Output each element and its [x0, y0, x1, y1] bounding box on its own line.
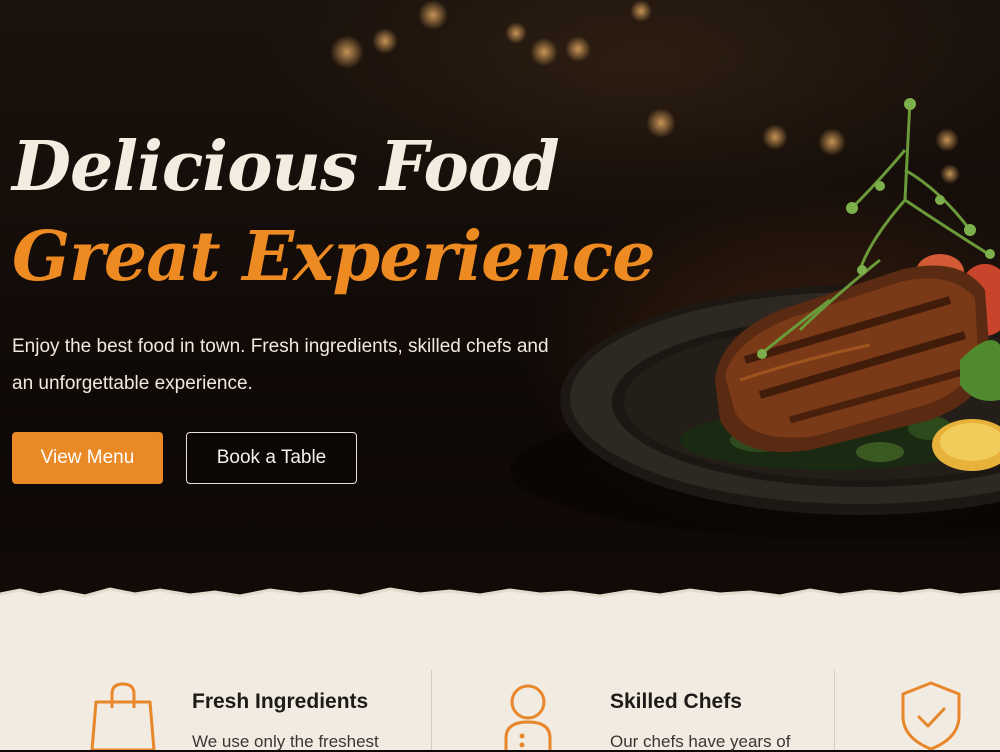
feature-title-skilled-chefs: Skilled Chefs	[610, 690, 742, 713]
feature-desc-skilled-chefs: Our chefs have years of	[610, 732, 791, 751]
chef-icon	[504, 684, 552, 750]
steak-dish-image	[510, 98, 1000, 540]
view-menu-button[interactable]: View Menu	[12, 432, 163, 484]
feature-divider	[431, 670, 432, 750]
feature-divider	[834, 670, 835, 750]
shield-check-icon	[901, 681, 961, 750]
feature-title-fresh-ingredients: Fresh Ingredients	[192, 690, 369, 713]
shopping-bag-icon	[90, 682, 156, 750]
hero-section: Delicious Food Great Experience Enjoy th…	[0, 0, 1000, 620]
feature-desc-fresh-ingredients: We use only the freshest	[192, 732, 379, 751]
book-table-button[interactable]: Book a Table	[186, 432, 357, 484]
hero-title: Delicious Food Great Experience	[12, 122, 656, 302]
hero-title-line2: Great Experience	[12, 217, 656, 297]
hero-subtitle: Enjoy the best food in town. Fresh ingre…	[12, 336, 549, 394]
hero-title-line1: Delicious Food	[12, 127, 560, 207]
